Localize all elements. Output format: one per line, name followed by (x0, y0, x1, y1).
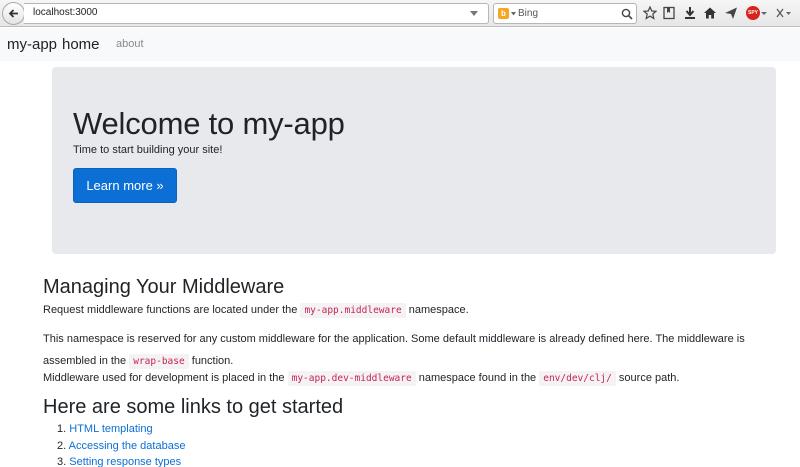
send-icon[interactable] (724, 6, 738, 20)
code-my-app-middleware: my-app.middleware (300, 303, 406, 318)
list-number: 3. (57, 456, 67, 467)
link-html-templating[interactable]: HTML templating (69, 423, 152, 435)
middleware-heading: Managing Your Middleware (43, 276, 285, 298)
bing-icon: b (498, 8, 509, 19)
link-accessing-database[interactable]: Accessing the database (69, 440, 186, 452)
browser-toolbar: localhost:3000 b Bing SPY (0, 0, 800, 27)
list-number: 1. (57, 423, 67, 435)
search-placeholder: Bing (518, 8, 539, 19)
code-env-dev-clj: env/dev/clj/ (539, 371, 616, 386)
list-item: 2. Accessing the database (57, 438, 185, 455)
jumbotron: Welcome to my-app Time to start building… (52, 67, 776, 254)
app-navbar: my-app home about (0, 28, 800, 61)
list-item: 3. Setting response types (57, 454, 185, 467)
url-text: localhost:3000 (33, 7, 98, 18)
nav-link-home[interactable]: home (62, 36, 100, 53)
navbar-brand[interactable]: my-app (7, 36, 57, 53)
url-bar[interactable]: localhost:3000 (24, 3, 505, 24)
welcome-title: Welcome to my-app (73, 106, 345, 141)
link-response-types[interactable]: Setting response types (69, 456, 181, 467)
url-dropdown-icon[interactable] (470, 11, 478, 17)
text-segment: source path. (615, 372, 680, 384)
text-segment: Request middleware functions are located… (43, 304, 301, 316)
middleware-paragraph-1: Request middleware functions are located… (43, 299, 469, 322)
download-icon[interactable] (683, 6, 697, 20)
text-segment: namespace found in the (415, 372, 540, 384)
search-engine-dropdown-icon[interactable] (511, 12, 516, 16)
middleware-paragraph-3: Middleware used for development is place… (43, 367, 679, 390)
search-bar[interactable]: b Bing (493, 3, 637, 24)
back-button[interactable] (2, 2, 25, 25)
addon-badge-icon[interactable]: SPY (746, 6, 760, 20)
text-segment: Middleware used for development is place… (43, 372, 288, 384)
bookmarks-icon[interactable] (662, 6, 676, 20)
menu-overflow-icon[interactable] (774, 6, 792, 20)
getting-started-links: 1. HTML templating 2. Accessing the data… (57, 421, 185, 467)
text-segment: namespace. (405, 304, 469, 316)
list-number: 2. (57, 439, 67, 452)
back-arrow-icon (8, 9, 18, 18)
home-icon[interactable] (703, 6, 717, 20)
code-dev-middleware: my-app.dev-middleware (287, 371, 416, 386)
learn-more-button[interactable]: Learn more » (73, 168, 177, 203)
addon-dropdown-icon[interactable] (761, 6, 767, 20)
welcome-lead: Time to start building your site! (73, 144, 223, 156)
text-segment: function. (188, 355, 234, 367)
nav-link-about[interactable]: about (116, 38, 144, 50)
list-item: 1. HTML templating (57, 421, 185, 438)
bookmark-star-icon[interactable] (643, 6, 657, 20)
search-icon[interactable] (621, 8, 633, 20)
links-heading: Here are some links to get started (43, 396, 344, 418)
